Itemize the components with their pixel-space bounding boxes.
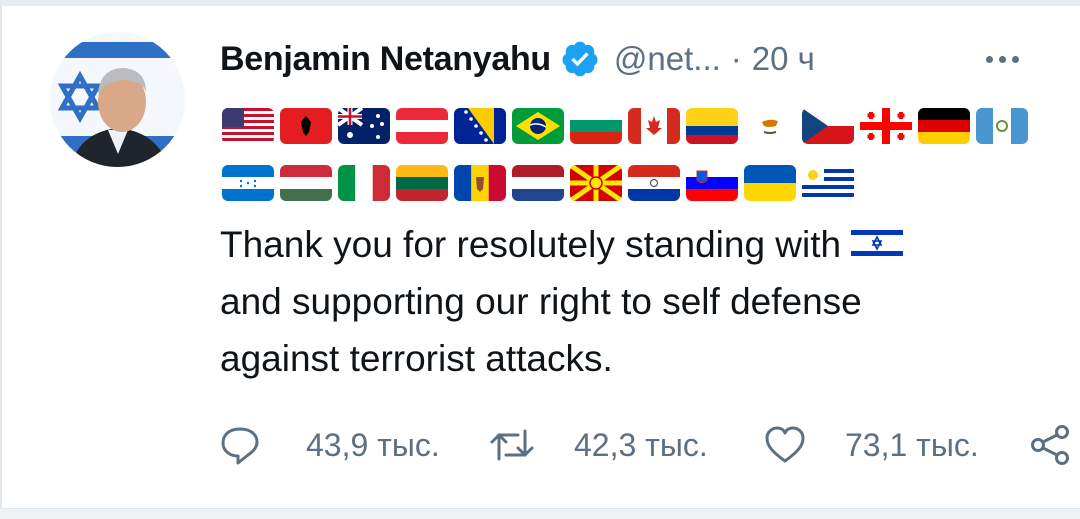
canada-flag-icon bbox=[628, 108, 680, 144]
brazil-flag-icon bbox=[512, 108, 564, 144]
retweet-button[interactable]: 42,3 тыс. bbox=[488, 420, 708, 470]
reply-icon bbox=[218, 423, 262, 467]
reply-count: 43,9 тыс. bbox=[306, 426, 440, 463]
italy-flag-icon bbox=[338, 165, 390, 201]
top-divider bbox=[0, 0, 1080, 6]
like-button[interactable]: 73,1 тыс. bbox=[763, 420, 979, 470]
slovenia-flag-icon bbox=[686, 165, 738, 201]
hungary-flag-icon bbox=[280, 165, 332, 201]
guatemala-flag-icon bbox=[976, 108, 1028, 144]
tweet-text-line-2: and supporting our right to self defense bbox=[220, 281, 862, 322]
retweet-count: 42,3 тыс. bbox=[574, 426, 708, 463]
tweet-text-line-1: Thank you for resolutely standing with bbox=[220, 224, 842, 265]
germany-flag-icon bbox=[918, 108, 970, 144]
more-options-icon[interactable] bbox=[986, 56, 1019, 63]
united-states-flag-icon bbox=[222, 108, 274, 144]
heart-icon bbox=[763, 423, 807, 467]
north-macedonia-flag-icon bbox=[570, 165, 622, 201]
author-handle[interactable]: @net... bbox=[614, 40, 721, 78]
austria-flag-icon bbox=[396, 108, 448, 144]
reply-button[interactable]: 43,9 тыс. bbox=[218, 420, 440, 470]
uruguay-flag-icon bbox=[802, 165, 854, 201]
israel-flag-icon bbox=[851, 226, 904, 261]
tweet-header: Benjamin Netanyahu @net... · 20 ч bbox=[220, 34, 815, 84]
tweet-actions: 43,9 тыс. 42,3 тыс. 73,1 тыс. bbox=[218, 420, 1078, 470]
share-icon[interactable] bbox=[1028, 423, 1072, 467]
cyprus-flag-icon bbox=[744, 108, 796, 144]
tweet-text: Thank you for resolutely standing with a… bbox=[220, 216, 1040, 387]
tweet-time[interactable]: 20 ч bbox=[752, 40, 815, 78]
flags-row-1 bbox=[222, 108, 1028, 148]
paraguay-flag-icon bbox=[628, 165, 680, 201]
colombia-flag-icon bbox=[686, 108, 738, 144]
moldova-flag-icon bbox=[454, 165, 506, 201]
like-count: 73,1 тыс. bbox=[845, 426, 979, 463]
netherlands-flag-icon bbox=[512, 165, 564, 201]
retweet-icon bbox=[488, 423, 534, 467]
verified-badge-icon bbox=[560, 39, 600, 79]
honduras-flag-icon bbox=[222, 165, 274, 201]
bosnia-flag-icon bbox=[454, 108, 506, 144]
albania-flag-icon bbox=[280, 108, 332, 144]
ukraine-flag-icon bbox=[744, 165, 796, 201]
czech-flag-icon bbox=[802, 108, 854, 144]
avatar[interactable] bbox=[50, 32, 185, 167]
australia-flag-icon bbox=[338, 108, 390, 144]
author-name[interactable]: Benjamin Netanyahu bbox=[220, 40, 551, 79]
tweet-text-line-3: against terrorist attacks. bbox=[220, 338, 613, 379]
georgia-flag-icon bbox=[860, 108, 912, 144]
flags-row-2 bbox=[222, 165, 1022, 205]
bottom-divider bbox=[0, 508, 1080, 519]
left-edge bbox=[0, 6, 2, 512]
bulgaria-flag-icon bbox=[570, 108, 622, 144]
lithuania-flag-icon bbox=[396, 165, 448, 201]
separator-dot: · bbox=[730, 40, 742, 77]
